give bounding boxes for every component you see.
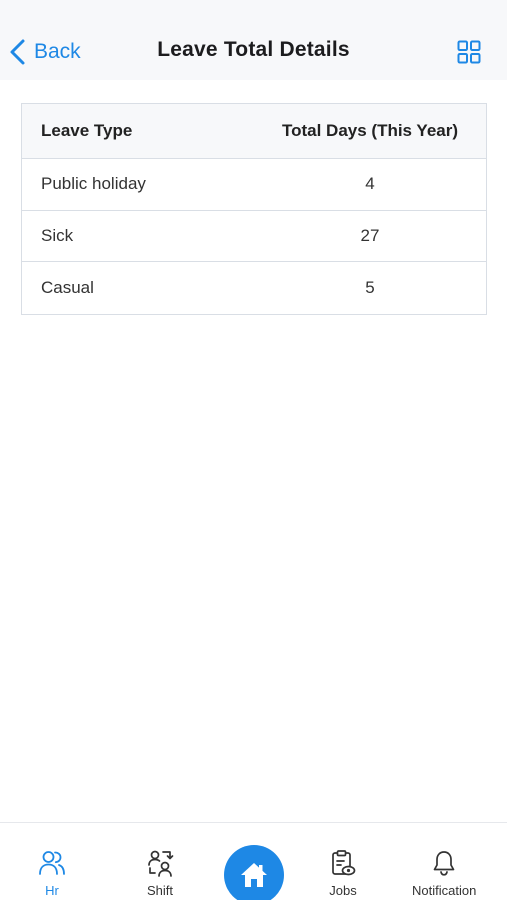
column-header-leave-type: Leave Type	[41, 121, 133, 140]
nav-label-jobs: Jobs	[329, 883, 357, 898]
table-header-row: Leave Type Total Days (This Year)	[22, 104, 486, 159]
total-days-cell: 27	[360, 225, 380, 245]
leave-type-cell: Public holiday	[41, 174, 146, 194]
page-title: Leave Total Details	[157, 38, 350, 61]
nav-label-hr: Hr	[45, 883, 59, 898]
nav-item-notification[interactable]: Notification	[412, 849, 476, 898]
table-row: Sick 27	[22, 211, 486, 262]
column-header-total-days: Total Days (This Year)	[281, 121, 459, 140]
nav-label-notification: Notification	[412, 883, 477, 898]
home-button[interactable]	[224, 845, 284, 900]
grid-menu-button[interactable]	[457, 40, 481, 64]
total-days-cell: 5	[365, 277, 375, 297]
table-row: Public holiday 4	[22, 159, 486, 211]
bottom-nav: Hr Shift Jobs Notification	[0, 822, 507, 900]
leave-type-cell: Sick	[41, 225, 74, 245]
user-swap-icon	[148, 850, 174, 877]
nav-item-shift[interactable]: Shift	[146, 849, 174, 898]
clipboard-eye-icon	[332, 850, 356, 876]
nav-item-hr[interactable]: Hr	[38, 849, 66, 898]
nav-item-jobs[interactable]: Jobs	[329, 849, 357, 898]
bell-icon	[433, 851, 455, 876]
table-row: Casual 5	[22, 262, 486, 314]
total-days-cell: 4	[365, 174, 375, 194]
nav-label-shift: Shift	[146, 883, 173, 898]
leave-type-cell: Casual	[41, 277, 94, 297]
home-icon	[241, 863, 267, 887]
leave-table: Leave Type Total Days (This Year) Public…	[21, 103, 487, 315]
users-icon	[39, 851, 65, 875]
screen: Back Leave Total Details Leave Type Tota…	[0, 0, 507, 900]
app-header: Back Leave Total Details	[0, 0, 507, 80]
grid-icon	[457, 40, 481, 64]
